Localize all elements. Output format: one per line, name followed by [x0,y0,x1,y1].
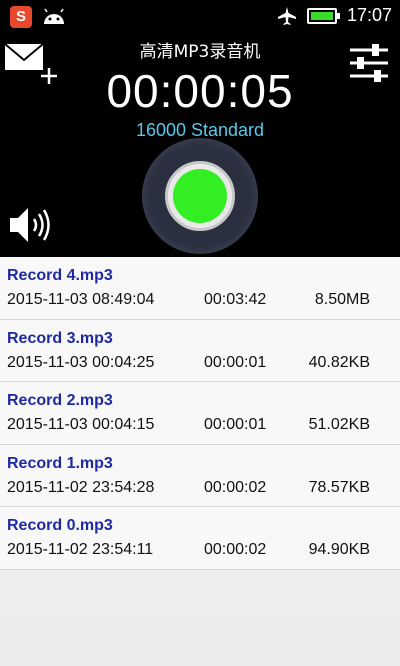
record-button[interactable] [142,138,258,254]
recording-size: 78.57KB [308,478,370,496]
list-item[interactable]: Record 2.mp3 2015-11-03 00:04:15 00:00:0… [0,382,400,445]
list-item[interactable]: Record 0.mp3 2015-11-02 23:54:11 00:00:0… [0,507,400,570]
recordings-list: Record 4.mp3 2015-11-03 08:49:04 00:03:4… [0,257,400,666]
recording-name: Record 0.mp3 [7,517,113,534]
airplane-icon [277,6,296,25]
app-title: 高清MP3录音机 [139,42,261,62]
recording-size: 40.82KB [308,353,370,371]
recording-name: Record 3.mp3 [7,329,113,347]
android-icon [44,8,64,24]
list-item[interactable]: Record 4.mp3 2015-11-03 08:49:04 00:03:4… [0,257,400,320]
mail-add-icon[interactable] [4,42,58,86]
recording-duration: 00:00:01 [204,416,267,433]
clock: 17:07 [346,5,392,25]
recording-duration: 00:00:02 [204,478,267,496]
record-indicator-icon [173,169,227,223]
list-item[interactable]: Record 1.mp3 2015-11-02 23:54:28 00:00:0… [0,444,400,507]
speaker-icon[interactable] [8,204,52,246]
recording-date: 2015-11-03 00:04:15 [7,416,155,433]
recording-date: 2015-11-02 23:54:28 [7,478,155,496]
recording-name: Record 4.mp3 [7,267,113,284]
record-button-ring [165,161,235,231]
settings-sliders-icon[interactable] [348,42,390,84]
recording-duration: 00:03:42 [204,291,267,308]
recording-timer: 00:00:05 [106,65,294,117]
recording-size: 94.90KB [308,541,370,558]
recording-date: 2015-11-03 08:49:04 [7,291,155,308]
app-icon: S [10,6,32,28]
list-item[interactable]: Record 3.mp3 2015-11-03 00:04:25 00:00:0… [0,319,400,382]
status-bar: S 17:07 [0,0,400,34]
recording-name: Record 1.mp3 [7,454,113,472]
recording-duration: 00:00:01 [204,353,267,371]
recording-duration: 00:00:02 [204,541,267,558]
recording-date: 2015-11-02 23:54:11 [7,541,154,558]
recorder-panel: 高清MP3录音机 00:00:05 16000 Standard [0,34,400,257]
recording-name: Record 2.mp3 [7,392,113,409]
recording-size: 8.50MB [314,291,370,308]
battery-icon [306,7,340,24]
recording-size: 51.02KB [308,416,370,433]
recording-date: 2015-11-03 00:04:25 [7,353,155,371]
